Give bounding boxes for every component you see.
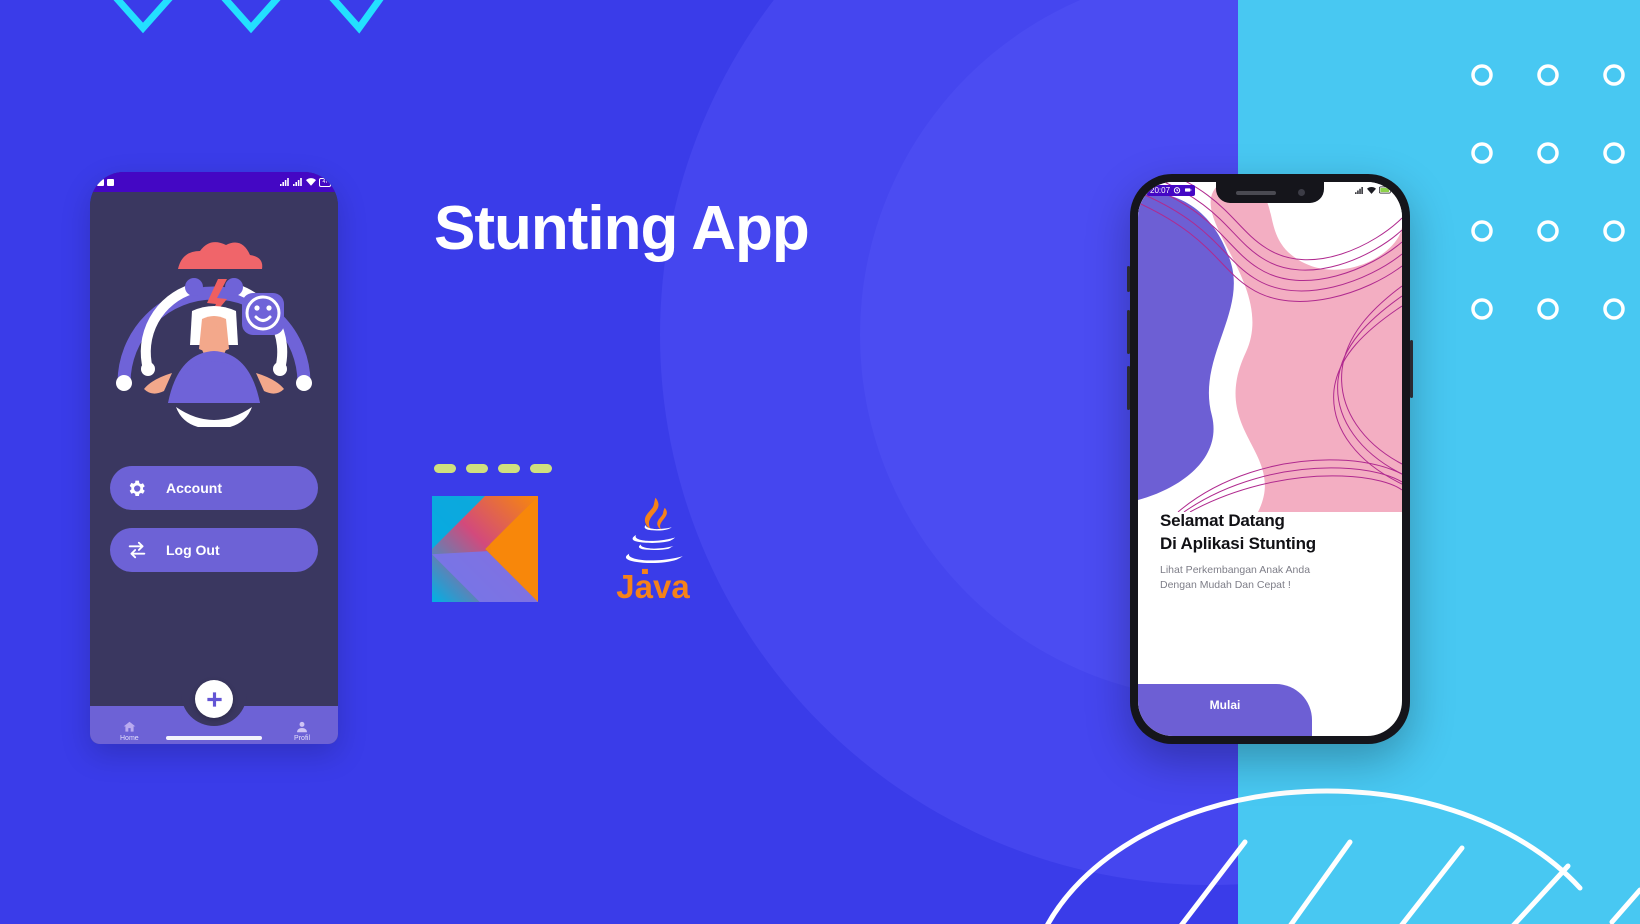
gear-icon [126,478,152,499]
chevron-pattern [78,0,408,51]
download-notification-icon [107,178,114,186]
dash-segment [466,464,488,473]
dash-segment [498,464,520,473]
phone-volume-up-button[interactable] [1127,310,1130,354]
battery-icon [1379,186,1393,194]
ios-phone-mockup: 20:07 Selamat Datang Di Aplikasi Stuntin… [1127,174,1413,744]
earpiece-speaker [1235,190,1276,195]
title-block: Stunting App [434,196,854,261]
onboarding-title-line-1: Selamat Datang [1160,511,1285,530]
onboarding-subtitle-line-2: Dengan Mudah Dan Cepat ! [1160,579,1291,592]
signal-bars-icon [1355,186,1363,194]
phone-mute-button[interactable] [1127,266,1130,292]
onboarding-text-block: Selamat Datang Di Aplikasi Stunting Liha… [1160,510,1386,593]
action-button-group: Account Log Out [90,442,338,572]
java-logo: Java [610,496,696,603]
hero-illustration-area [90,192,338,442]
nav-item-profile-label: Profil [294,735,310,742]
signal-bars-icon [280,178,290,186]
bottom-nav-bar: Home Profil [90,680,338,744]
ios-screen: 20:07 Selamat Datang Di Aplikasi Stuntin… [1138,182,1402,736]
kotlin-logo [432,496,538,607]
battery-saver-icon [1185,188,1192,192]
dash-segment [434,464,456,473]
image-notification-icon [97,178,104,186]
dash-segment [530,464,552,473]
poster-canvas: Stunting App Java 47 Account Log Out Hom… [0,0,1640,924]
cloud-shape [178,242,263,269]
plus-icon [206,691,222,707]
mulai-button[interactable]: Mulai [1138,684,1312,736]
swap-arrows-icon [126,539,152,561]
status-bar-time: 20:07 [1150,185,1171,195]
nav-item-home[interactable]: Home [120,720,139,742]
phone-volume-down-button[interactable] [1127,366,1130,410]
dash-divider [434,464,552,473]
smiley-face-icon [242,293,284,335]
wifi-icon [1367,186,1376,194]
home-icon [123,721,136,732]
android-phone-mockup: 47 Account Log Out Home Profil [90,172,338,744]
phone-power-button[interactable] [1410,340,1413,398]
onboarding-subtitle-line-1: Lihat Perkembangan Anak Anda [1160,563,1311,576]
meditating-person-illustration [116,242,312,427]
signal-bars-icon [293,178,303,186]
person-icon [297,721,307,733]
mulai-button-label: Mulai [1209,698,1241,712]
add-fab-button[interactable] [195,680,233,718]
wifi-icon [306,178,317,186]
onboarding-title-line-2: Di Aplikasi Stunting [1160,533,1316,553]
page-title: Stunting App [434,194,810,263]
decorative-arc-lines [1020,770,1640,924]
logout-button[interactable]: Log Out [110,528,318,572]
front-camera-icon [1297,189,1305,196]
android-home-indicator [166,736,262,740]
account-button[interactable]: Account [110,466,318,510]
cta-area: Mulai [1138,678,1312,736]
battery-icon: 47 [319,177,331,187]
java-wordmark: Java [616,568,690,605]
android-status-bar: 47 [90,172,338,192]
onboarding-artwork [1138,182,1402,513]
alarm-icon [1173,187,1181,194]
tech-stack-row: Java [432,496,696,607]
nav-item-home-label: Home [120,735,139,742]
account-button-label: Account [166,480,222,496]
nav-item-profile[interactable]: Profil [294,720,310,742]
circle-dot-grid [1470,48,1640,343]
ios-notch [1216,182,1324,203]
logout-button-label: Log Out [166,542,220,558]
